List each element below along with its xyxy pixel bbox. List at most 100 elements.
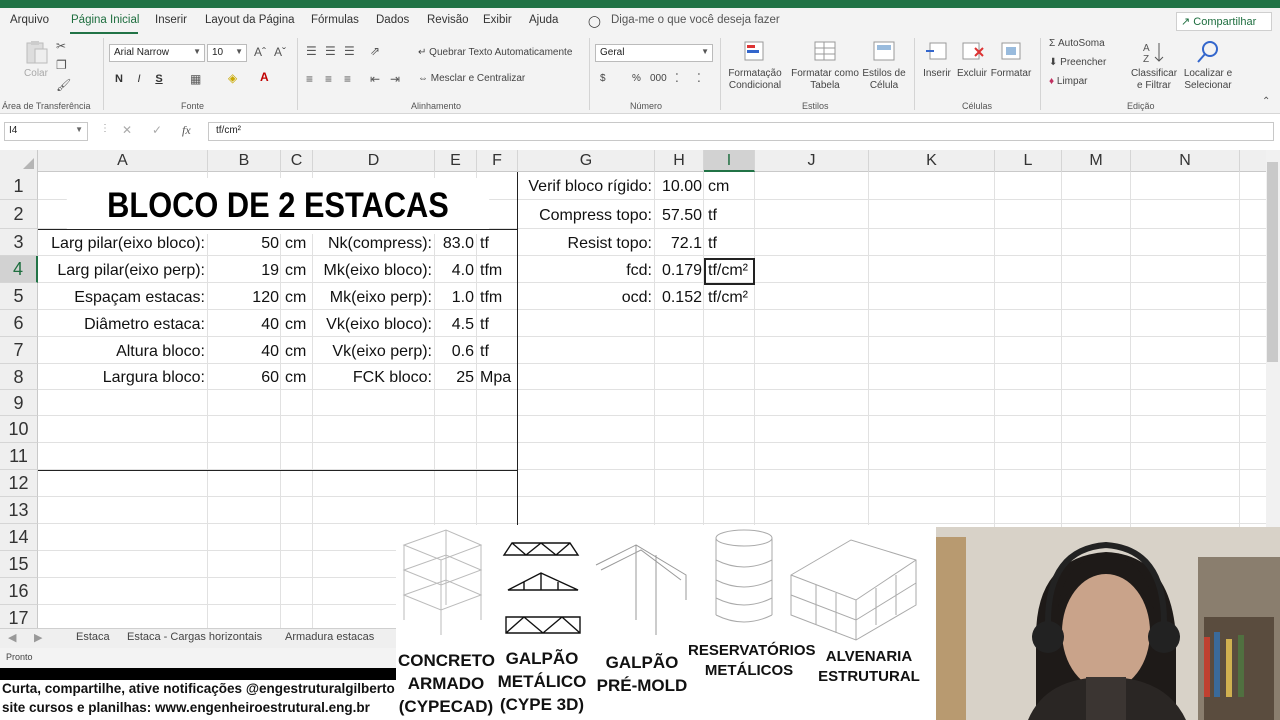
find-select-button[interactable]: Localizar e Selecionar — [1178, 40, 1238, 92]
enter-icon[interactable]: ✓ — [152, 123, 162, 137]
row-header-3[interactable]: 3 — [0, 229, 38, 256]
tab-arquivo[interactable]: Arquivo — [10, 14, 49, 26]
result-label[interactable]: Resist topo: — [520, 235, 652, 253]
input-label[interactable]: Largura bloco: — [40, 369, 205, 387]
result-value[interactable]: 10.00 — [655, 178, 702, 196]
row-header-16[interactable]: 16 — [0, 578, 38, 605]
row-header-6[interactable]: 6 — [0, 310, 38, 337]
decrease-decimal-icon[interactable]: ⁚ — [697, 71, 701, 85]
input-label[interactable]: Altura bloco: — [40, 343, 205, 361]
row-header-7[interactable]: 7 — [0, 337, 38, 364]
result-unit[interactable]: tf — [708, 235, 754, 253]
align-middle-icon[interactable]: ☰ — [325, 44, 336, 58]
tab-layout-da-pagina[interactable]: Layout da Página — [205, 14, 295, 26]
increase-indent-icon[interactable]: ⇥ — [390, 72, 400, 86]
tab-exibir[interactable]: Exibir — [483, 14, 512, 26]
bold-button[interactable]: N — [112, 73, 126, 85]
font-size-select[interactable]: 10 ▼ — [207, 44, 247, 62]
formula-input[interactable]: tf/cm² — [208, 122, 1274, 141]
copy-icon[interactable]: ❐ — [56, 58, 67, 72]
sheet-tab-estaca[interactable]: Estaca — [76, 631, 110, 643]
load-unit[interactable]: tf — [480, 343, 516, 361]
result-label[interactable]: Verif bloco rígido: — [520, 178, 652, 196]
sheet-tab-cargas-horizontais[interactable]: Estaca - Cargas horizontais — [127, 631, 262, 643]
load-label[interactable]: Vk(eixo bloco): — [313, 316, 432, 334]
fill-button[interactable]: ⬇ Preencher — [1049, 57, 1106, 68]
input-label[interactable]: Larg pilar(eixo perp): — [40, 262, 205, 280]
row-header-8[interactable]: 8 — [0, 364, 38, 390]
input-value[interactable]: 120 — [208, 289, 279, 307]
input-label[interactable]: Espaçam estacas: — [40, 289, 205, 307]
column-header-h[interactable]: H — [655, 150, 704, 172]
tell-me-search[interactable]: Diga-me o que você deseja fazer — [611, 14, 780, 26]
load-label[interactable]: FCK bloco: — [313, 369, 432, 387]
merge-center-button[interactable]: ⇔ Mesclar e Centralizar — [418, 73, 525, 84]
align-top-icon[interactable]: ☰ — [306, 44, 317, 58]
result-label[interactable]: ocd: — [520, 289, 652, 307]
load-label[interactable]: Mk(eixo bloco): — [313, 262, 432, 280]
increase-decimal-icon[interactable]: ⁚ — [675, 71, 679, 85]
tab-ajuda[interactable]: Ajuda — [529, 14, 558, 26]
borders-icon[interactable]: ▦ — [190, 72, 201, 86]
result-label[interactable]: fcd: — [520, 262, 652, 280]
row-header-14[interactable]: 14 — [0, 524, 38, 551]
percent-button[interactable]: % — [632, 73, 641, 84]
input-value[interactable]: 60 — [208, 369, 279, 387]
cell-styles-button[interactable]: Estilos de Célula — [860, 40, 908, 92]
result-value[interactable]: 0.152 — [655, 289, 702, 307]
result-value[interactable]: 72.1 — [655, 235, 702, 253]
result-value[interactable]: 57.50 — [655, 207, 702, 225]
name-box[interactable]: I4 ▼ — [4, 122, 88, 141]
input-label[interactable]: Larg pilar(eixo bloco): — [40, 235, 205, 253]
clear-button[interactable]: ♦ Limpar — [1049, 76, 1087, 87]
input-unit[interactable]: cm — [285, 316, 313, 334]
result-value[interactable]: 0.179 — [655, 262, 702, 280]
input-label[interactable]: Diâmetro estaca: — [40, 316, 205, 334]
insert-cells-button[interactable]: Inserir — [918, 40, 956, 80]
insert-function-icon[interactable]: fx — [182, 123, 191, 138]
align-center-icon[interactable]: ≡ — [325, 72, 332, 86]
number-format-select[interactable]: Geral ▼ — [595, 44, 713, 62]
row-header-12[interactable]: 12 — [0, 470, 38, 497]
align-bottom-icon[interactable]: ☰ — [344, 44, 355, 58]
column-header-n[interactable]: N — [1131, 150, 1240, 172]
shrink-font-icon[interactable]: Aˇ — [274, 45, 286, 59]
paste-button[interactable]: Colar — [16, 40, 56, 80]
input-unit[interactable]: cm — [285, 343, 313, 361]
vertical-scroll-thumb[interactable] — [1267, 162, 1278, 362]
load-label[interactable]: Mk(eixo perp): — [313, 289, 432, 307]
load-value[interactable]: 4.0 — [435, 262, 474, 280]
tab-formulas[interactable]: Fórmulas — [311, 14, 359, 26]
load-label[interactable]: Vk(eixo perp): — [313, 343, 432, 361]
input-unit[interactable]: cm — [285, 235, 313, 253]
load-label[interactable]: Nk(compress): — [313, 235, 432, 253]
column-header-j[interactable]: J — [755, 150, 869, 172]
format-as-table-button[interactable]: Formatar como Tabela — [788, 40, 862, 92]
load-unit[interactable]: Mpa — [480, 369, 516, 387]
format-painter-icon[interactable]: 🖌 — [56, 78, 71, 92]
load-unit[interactable]: tf — [480, 235, 516, 253]
tab-revisao[interactable]: Revisão — [427, 14, 469, 26]
input-value[interactable]: 50 — [208, 235, 279, 253]
load-value[interactable]: 4.5 — [435, 316, 474, 334]
load-unit[interactable]: tfm — [480, 262, 516, 280]
column-header-a[interactable]: A — [38, 150, 208, 172]
chevron-up-icon[interactable]: ⌃ — [1262, 96, 1270, 107]
column-header-b[interactable]: B — [208, 150, 281, 172]
column-header-i[interactable]: I — [704, 150, 755, 172]
input-value[interactable]: 19 — [208, 262, 279, 280]
column-header-l[interactable]: L — [995, 150, 1062, 172]
result-unit[interactable]: cm — [708, 178, 754, 196]
load-unit[interactable]: tf — [480, 316, 516, 334]
load-value[interactable]: 25 — [435, 369, 474, 387]
wrap-text-button[interactable]: ↵ Quebrar Texto Automaticamente — [418, 47, 572, 58]
thousands-button[interactable]: 000 — [650, 73, 667, 84]
row-header-15[interactable]: 15 — [0, 551, 38, 578]
column-header-d[interactable]: D — [313, 150, 435, 172]
grow-font-icon[interactable]: Aˆ — [254, 45, 266, 59]
share-button[interactable]: ↗ Compartilhar — [1176, 12, 1272, 31]
column-header-e[interactable]: E — [435, 150, 477, 172]
input-value[interactable]: 40 — [208, 316, 279, 334]
load-value[interactable]: 1.0 — [435, 289, 474, 307]
tab-inserir[interactable]: Inserir — [155, 14, 187, 26]
